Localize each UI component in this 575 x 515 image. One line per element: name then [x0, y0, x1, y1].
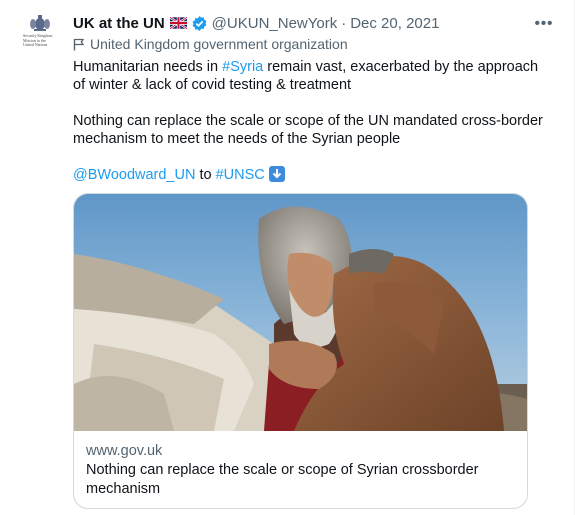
card-title[interactable]: Nothing can replace the scale or scope o… — [86, 461, 515, 499]
org-label-text: United Kingdom government organization — [90, 36, 348, 52]
tweet-paragraph-2: Nothing can replace the scale or scope o… — [73, 113, 543, 147]
tweet-paragraph-3: @BWoodward_UN to #UNSC — [73, 166, 543, 184]
uk-flag-icon — [169, 17, 187, 29]
card-domain: www.gov.uk — [86, 443, 163, 459]
author-handle[interactable]: @UKUN_NewYork — [212, 15, 338, 32]
card-image[interactable] — [74, 194, 527, 431]
author-name[interactable]: UK at the UN — [73, 15, 165, 32]
tweet[interactable]: Security Kingdom Mission to the United N… — [0, 0, 575, 515]
tweet-text: Humanitarian needs in #Syria remain vast… — [73, 58, 543, 202]
tweet-header: UK at the UN @UKUN_NewYork · Dec 20, 202… — [73, 13, 554, 33]
tweet-text-span: to — [195, 167, 216, 183]
hashtag-unsc[interactable]: #UNSC — [216, 167, 265, 183]
tweet-date[interactable]: Dec 20, 2021 — [350, 15, 439, 32]
link-card[interactable]: www.gov.uk Nothing can replace the scale… — [73, 193, 528, 509]
hashtag-syria[interactable]: #Syria — [222, 59, 263, 75]
org-label: United Kingdom government organization — [73, 36, 348, 52]
card-meta: www.gov.uk Nothing can replace the scale… — [74, 431, 527, 499]
more-options-icon[interactable]: ••• — [534, 13, 554, 33]
avatar-caption: Security Kingdom Mission to the United N… — [23, 33, 53, 47]
tweet-text-span: Humanitarian needs in — [73, 59, 223, 75]
royal-crest-icon — [30, 15, 50, 31]
avatar[interactable]: Security Kingdom Mission to the United N… — [20, 14, 60, 54]
verified-badge-icon — [192, 15, 207, 31]
down-arrow-emoji-icon — [268, 166, 285, 182]
flag-outline-icon — [73, 38, 85, 50]
tweet-paragraph-1: Humanitarian needs in #Syria remain vast… — [73, 58, 543, 94]
mention-link[interactable]: @BWoodward_UN — [73, 167, 195, 183]
photo-man-hugging-child — [74, 194, 527, 431]
separator-dot: · — [341, 14, 347, 32]
